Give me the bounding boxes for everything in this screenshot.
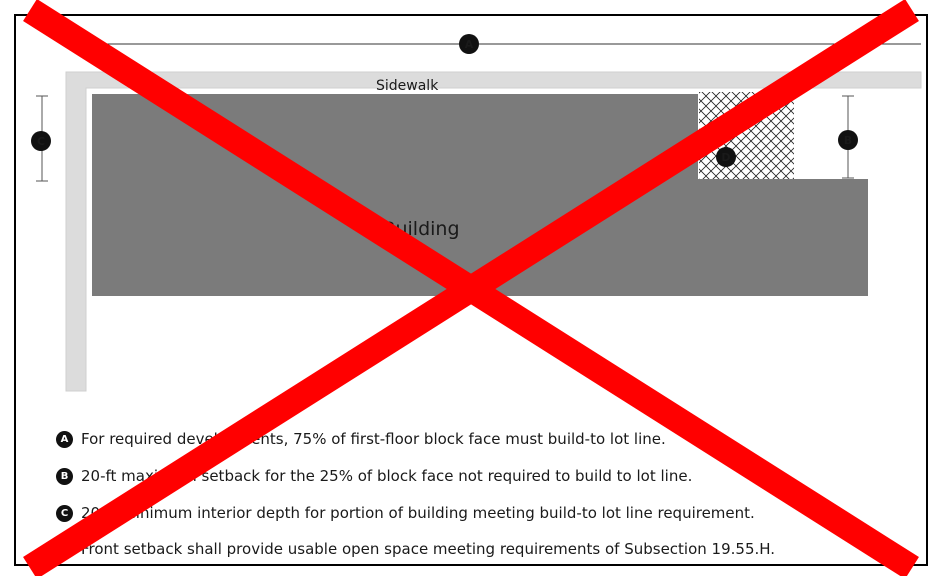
svg-text:C: C: [37, 135, 45, 148]
note-c: C 20-ft minimum interior depth for porti…: [56, 504, 755, 522]
note-d: D Front setback shall provide usable ope…: [56, 540, 775, 558]
diagram-frame: A Sidewalk Building D C B A For required…: [14, 14, 928, 566]
note-d-text: Front setback shall provide usable open …: [81, 540, 776, 558]
note-a-marker: A: [56, 430, 73, 448]
note-b-marker: B: [56, 467, 73, 485]
note-d-marker: D: [56, 540, 73, 558]
svg-text:D: D: [721, 151, 730, 164]
note-b: B 20-ft maximum setback for the 25% of b…: [56, 467, 692, 485]
svg-text:B: B: [844, 134, 852, 147]
note-b-text: 20-ft maximum setback for the 25% of blo…: [81, 467, 693, 485]
open-space-hatch: [699, 92, 794, 180]
sidewalk-label: Sidewalk: [376, 78, 439, 94]
dimension-c: C: [31, 95, 51, 182]
building-label: Building: [382, 218, 459, 240]
marker-a: A: [459, 34, 479, 54]
marker-d: D: [716, 147, 736, 167]
note-a: A For required developments, 75% of firs…: [56, 430, 666, 448]
note-a-text: For required developments, 75% of first-…: [81, 430, 666, 448]
note-c-text: 20-ft minimum interior depth for portion…: [81, 504, 755, 522]
svg-text:A: A: [465, 38, 474, 51]
dimension-b: B: [838, 95, 858, 179]
note-c-marker: C: [56, 504, 73, 522]
